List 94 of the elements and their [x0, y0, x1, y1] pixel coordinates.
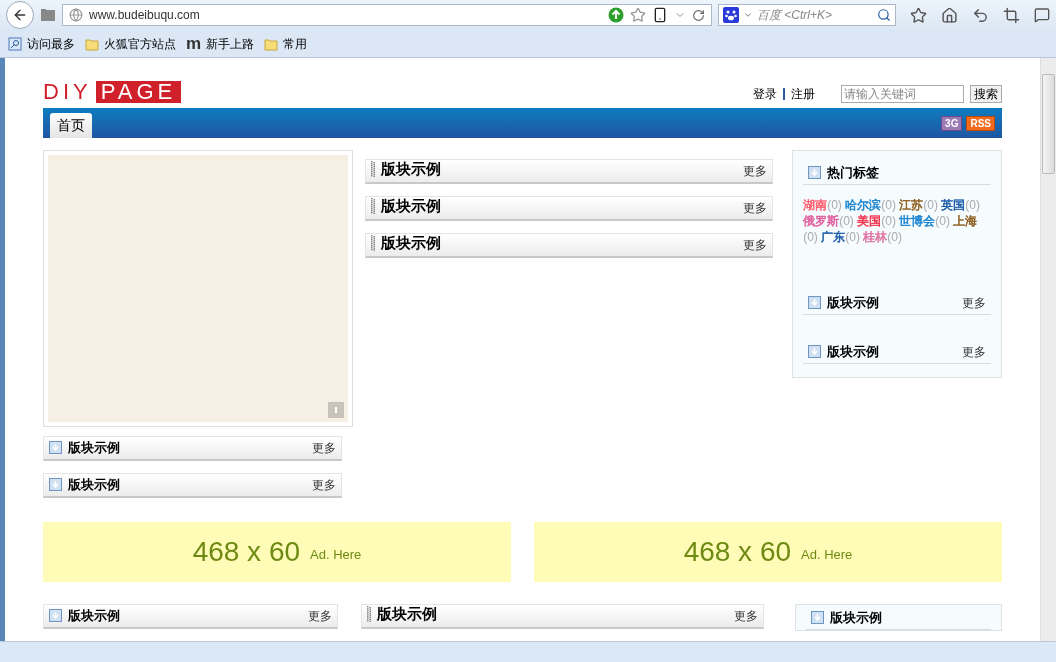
search-input[interactable]: 百度 <Ctrl+K> [757, 6, 873, 24]
search-page-icon [8, 36, 22, 51]
more-link[interactable]: 更多 [962, 294, 986, 312]
tag-link[interactable]: 世博会 [899, 214, 936, 228]
scroll-thumb[interactable] [1042, 74, 1055, 174]
tag-link[interactable]: 美国 [857, 214, 882, 228]
tag-count: (0) [839, 214, 854, 228]
dropdown-icon[interactable] [743, 10, 753, 20]
ad-size: 468 x 60 [192, 535, 301, 569]
tag-count: (0) [935, 214, 950, 228]
drag-handle-icon[interactable] [366, 605, 371, 622]
ad-banner[interactable]: 468 x 60 Ad. Here [534, 522, 1002, 582]
download-icon [808, 295, 822, 309]
bookmark-link[interactable]: 访问最多 [27, 34, 75, 53]
bookmarks-icon[interactable] [910, 6, 927, 24]
feed-badge[interactable]: 3G [941, 115, 963, 131]
ad-caption: Ad. Here [310, 546, 362, 565]
block-title: 热门标签 [827, 163, 880, 182]
page-icon[interactable] [40, 8, 56, 22]
more-link[interactable]: 更多 [307, 607, 332, 625]
ad-size: 468 x 60 [683, 535, 792, 569]
download-icon [808, 165, 822, 179]
phone-icon[interactable] [652, 7, 668, 23]
tag-link[interactable]: 英国 [941, 198, 966, 212]
more-link[interactable]: 更多 [743, 199, 768, 217]
home-icon[interactable] [941, 6, 958, 24]
more-link[interactable]: 更多 [743, 236, 768, 254]
search-engine-field[interactable]: 百度 <Ctrl+K> [718, 4, 896, 26]
ad-banner[interactable]: 468 x 60 Ad. Here [43, 522, 511, 582]
search-icon[interactable] [877, 8, 891, 22]
block-title: 版块示例 [829, 608, 882, 627]
download-icon [49, 477, 62, 491]
download-icon [810, 610, 824, 624]
download-icon [808, 344, 822, 358]
back-button[interactable] [6, 1, 34, 29]
url-text: www.budeibuqu.com [89, 7, 201, 24]
chat-icon[interactable] [1034, 7, 1050, 23]
bookmark-logo: m [186, 35, 202, 52]
nav-tab[interactable]: 首页 [50, 113, 92, 138]
block-title: 版块示例 [827, 293, 880, 312]
keyword-field[interactable]: 请输入关键词 [841, 85, 964, 103]
search-button[interactable]: 搜索 [970, 85, 1002, 103]
drag-handle-icon[interactable] [370, 234, 375, 251]
tag-count: (0) [845, 230, 860, 244]
scrollbar[interactable] [1040, 58, 1056, 641]
star-icon[interactable] [630, 7, 646, 23]
back-icon [12, 7, 28, 23]
tag-count: (0) [923, 198, 938, 212]
folder-icon [85, 36, 99, 51]
folder-icon [264, 36, 279, 51]
more-link[interactable]: 更多 [733, 607, 758, 625]
tag-link[interactable]: 广东 [821, 230, 846, 244]
block-title: 版块示例 [380, 158, 441, 179]
crop-icon[interactable] [1003, 6, 1020, 24]
auth-link[interactable]: 注册 [791, 85, 815, 103]
bookmark-link[interactable]: 新手上路 [206, 34, 255, 53]
logo-text: DIY [43, 81, 93, 103]
address-bar[interactable]: www.budeibuqu.com [62, 4, 712, 26]
more-link[interactable]: 更多 [312, 439, 336, 457]
go-icon[interactable] [608, 7, 624, 23]
block-title: 版块示例 [68, 606, 120, 625]
paw-icon[interactable] [723, 7, 739, 23]
block-title: 版块示例 [68, 475, 120, 494]
reload-icon[interactable] [692, 8, 705, 22]
bookmark-link[interactable]: 常用 [283, 34, 308, 53]
globe-icon [69, 8, 83, 22]
tag-count: (0) [887, 230, 902, 244]
tag-link[interactable]: 哈尔滨 [845, 198, 882, 212]
auth-link[interactable]: 登录 [753, 85, 777, 103]
tag-count: (0) [827, 198, 842, 212]
tag-link[interactable]: 俄罗斯 [803, 214, 840, 228]
tag-count: (0) [965, 198, 980, 212]
drag-handle-icon[interactable] [370, 160, 375, 177]
logo-text: PAGE [95, 81, 182, 103]
block-title: 版块示例 [68, 438, 120, 457]
download-icon [49, 440, 62, 454]
undo-icon[interactable] [972, 6, 989, 24]
bookmark-link[interactable]: 火狐官方站点 [104, 34, 176, 53]
block-title: 版块示例 [380, 195, 441, 216]
tag-count: (0) [881, 214, 896, 228]
block-title: 版块示例 [827, 342, 880, 361]
tag-link[interactable]: 江苏 [899, 198, 924, 212]
more-link[interactable]: 更多 [962, 343, 986, 361]
drag-handle-icon[interactable] [370, 197, 375, 214]
block-title: 版块示例 [376, 603, 437, 624]
block-title: 版块示例 [380, 232, 441, 253]
tag-link[interactable]: 上海 [953, 214, 978, 228]
download-icon [49, 608, 62, 622]
more-link[interactable]: 更多 [312, 476, 336, 494]
tag-count: (0) [881, 198, 896, 212]
tag-count: (0) [803, 230, 818, 244]
ad-caption: Ad. Here [801, 546, 853, 565]
more-link[interactable]: 更多 [743, 162, 768, 180]
logo[interactable]: DIY PAGE [43, 81, 182, 103]
